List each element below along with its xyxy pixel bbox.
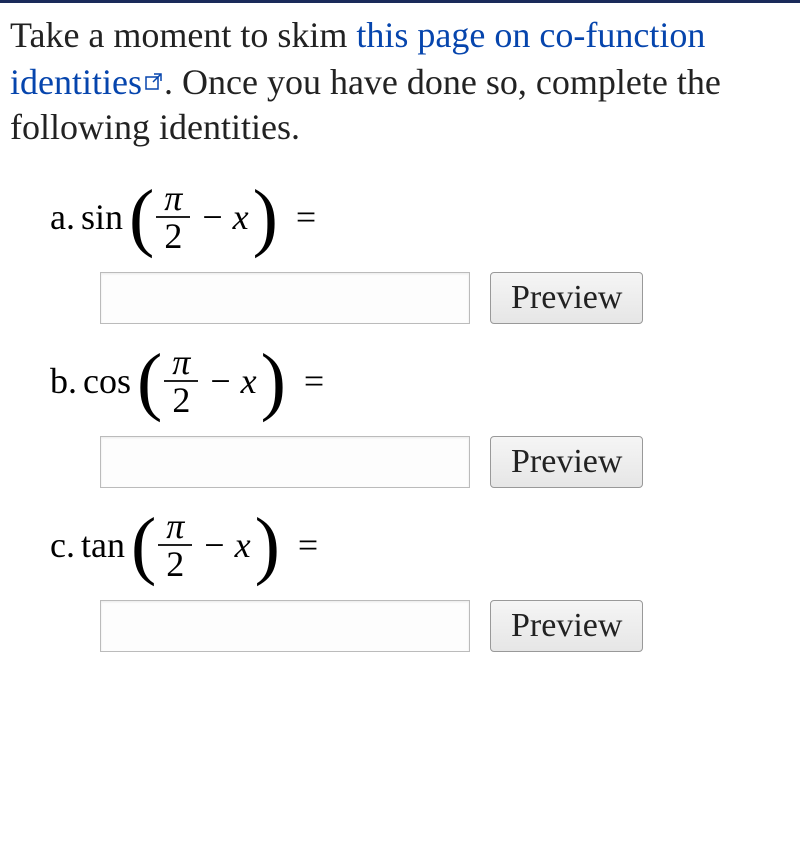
preview-button-b[interactable]: Preview <box>490 436 643 488</box>
prompt-before: Take a moment to skim <box>10 15 356 55</box>
question-content: Take a moment to skim this page on co-fu… <box>0 3 800 688</box>
equals-sign: = <box>304 360 324 402</box>
question-prompt: Take a moment to skim this page on co-fu… <box>10 13 790 150</box>
function-name: tan <box>81 524 125 566</box>
close-paren: ) <box>255 511 280 579</box>
minus-sign: − <box>202 196 222 238</box>
numerator: π <box>158 180 188 216</box>
answer-row-c: Preview <box>10 600 790 652</box>
equation-b: b. cos ( π 2 − x ) = <box>10 344 790 418</box>
answer-row-b: Preview <box>10 436 790 488</box>
minus-sign: − <box>204 524 224 566</box>
part-label: c. <box>50 524 75 566</box>
problem-c: c. tan ( π 2 − x ) = Preview <box>10 508 790 652</box>
close-paren: ) <box>253 183 278 251</box>
variable-x: x <box>233 196 249 238</box>
variable-x: x <box>241 360 257 402</box>
close-paren: ) <box>261 347 286 415</box>
answer-row-a: Preview <box>10 272 790 324</box>
numerator: π <box>160 508 190 544</box>
part-label: b. <box>50 360 77 402</box>
numerator: π <box>166 344 196 380</box>
denominator: 2 <box>158 544 192 582</box>
answer-input-a[interactable] <box>100 272 470 324</box>
denominator: 2 <box>164 380 198 418</box>
fraction-pi-2: π 2 <box>164 344 198 418</box>
function-name: sin <box>81 196 123 238</box>
answer-input-b[interactable] <box>100 436 470 488</box>
variable-x: x <box>235 524 251 566</box>
external-link-icon <box>144 58 164 103</box>
minus-sign: − <box>210 360 230 402</box>
open-paren: ( <box>137 347 162 415</box>
open-paren: ( <box>131 511 156 579</box>
preview-button-c[interactable]: Preview <box>490 600 643 652</box>
equation-a: a. sin ( π 2 − x ) = <box>10 180 790 254</box>
part-label: a. <box>50 196 75 238</box>
problem-a: a. sin ( π 2 − x ) = Preview <box>10 180 790 324</box>
preview-button-a[interactable]: Preview <box>490 272 643 324</box>
open-paren: ( <box>129 183 154 251</box>
problem-b: b. cos ( π 2 − x ) = Preview <box>10 344 790 488</box>
function-name: cos <box>83 360 131 402</box>
equation-c: c. tan ( π 2 − x ) = <box>10 508 790 582</box>
equals-sign: = <box>298 524 318 566</box>
equals-sign: = <box>296 196 316 238</box>
fraction-pi-2: π 2 <box>156 180 190 254</box>
answer-input-c[interactable] <box>100 600 470 652</box>
fraction-pi-2: π 2 <box>158 508 192 582</box>
denominator: 2 <box>156 216 190 254</box>
